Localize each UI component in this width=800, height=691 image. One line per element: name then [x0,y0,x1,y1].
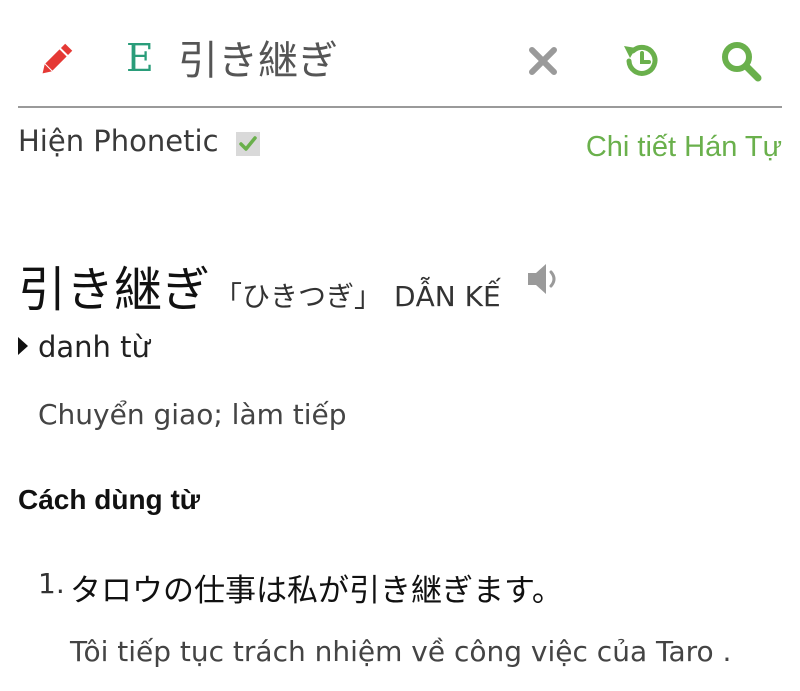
example-number: 1. [38,567,65,600]
example-japanese: タロウの仕事は私が引き継ぎます。 [70,573,563,609]
close-icon[interactable] [528,46,558,76]
example-vietnamese: Tôi tiếp tục trách nhiệm về công việc củ… [70,635,732,668]
pencil-icon[interactable] [36,40,76,80]
phonetic-label: Hiện Phonetic [18,124,219,158]
part-of-speech[interactable]: danh từ [18,330,150,364]
history-icon[interactable] [620,40,662,82]
kanji-detail-link[interactable]: Chi tiết Hán Tự [586,131,782,164]
entry-hanviet: DẪN KẾ [394,280,501,313]
speaker-icon[interactable] [526,262,562,296]
search-icon[interactable] [720,40,762,82]
meaning-text: Chuyển giao; làm tiếp [38,398,347,431]
entry-word: 引き継ぎ [18,262,211,318]
check-icon [239,136,257,151]
search-input[interactable] [178,30,508,84]
toolbar-divider [18,106,782,108]
phonetic-checkbox[interactable] [236,132,260,156]
entry-reading: 「ひきつぎ」 [214,280,383,313]
entry-header: 引き継ぎ 「ひきつぎ」 DẪN KẾ [18,250,501,320]
expand-triangle-icon [18,337,28,355]
part-of-speech-label: danh từ [38,330,150,364]
language-selector[interactable]: E [126,36,154,80]
usage-title: Cách dùng từ [18,484,201,515]
toolbar: E [0,0,800,108]
